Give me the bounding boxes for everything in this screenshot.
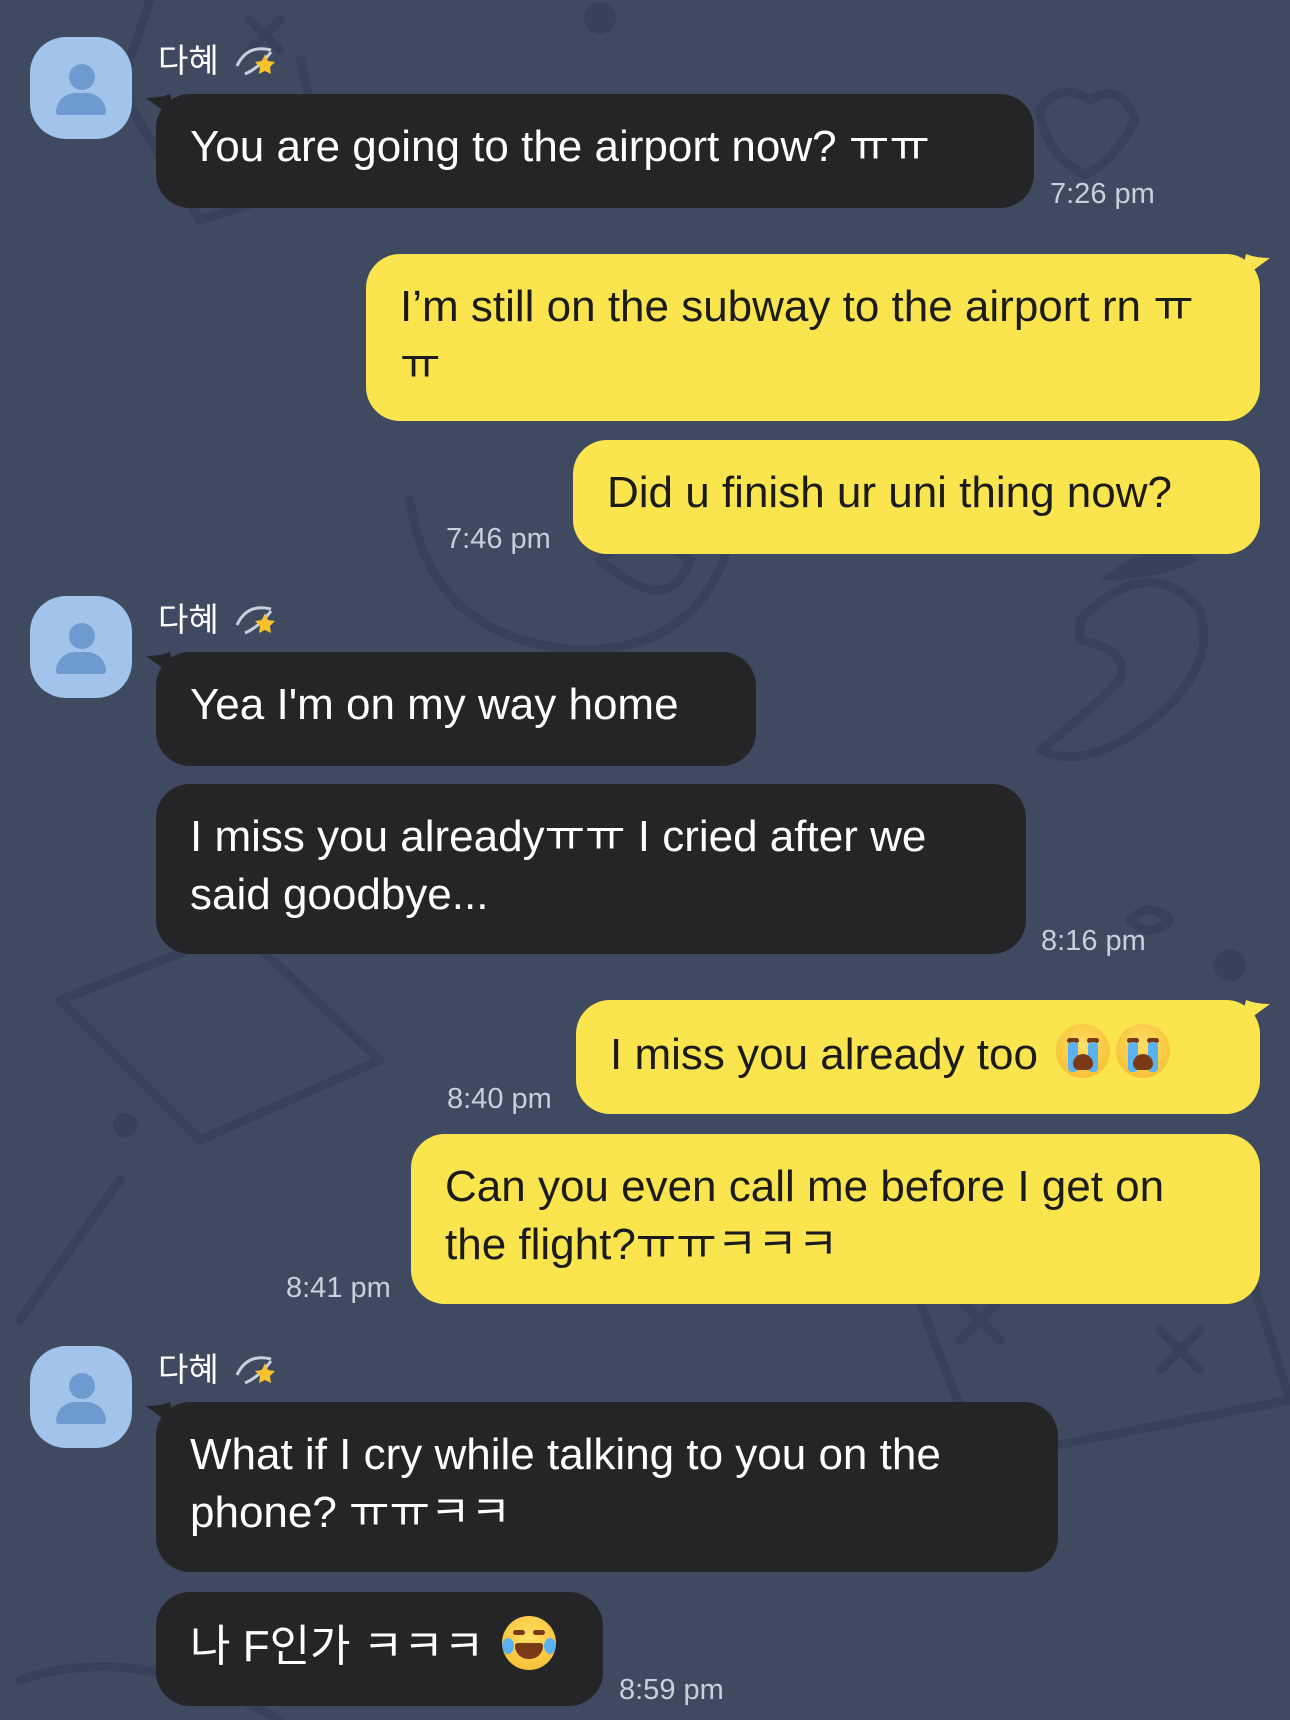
message-timestamp: 7:26 pm: [1050, 178, 1155, 210]
face-with-tears-of-joy-icon: [502, 1616, 557, 1670]
avatar-person-icon-body: [56, 1402, 106, 1424]
avatar-person-icon-body: [56, 93, 106, 115]
message-bubble-incoming[interactable]: Yea I'm on my way home: [156, 652, 756, 766]
dizzy-star-icon: [235, 47, 275, 76]
message-bubble-incoming[interactable]: I miss you alreadyㅠㅠ I cried after we sa…: [156, 784, 1026, 954]
message-text: Did u finish ur uni thing now?: [607, 468, 1172, 517]
loudly-crying-face-icon: [1116, 1024, 1171, 1078]
sender-name: 다혜: [158, 1345, 277, 1389]
message-timestamp: 8:41 pm: [286, 1272, 391, 1304]
message-text: Can you even call me before I get on the…: [445, 1162, 1165, 1269]
sender-avatar[interactable]: [30, 37, 132, 139]
message-bubble-incoming[interactable]: You are going to the airport now? ㅠㅠ: [156, 94, 1034, 208]
message-bubble-outgoing[interactable]: I miss you already too: [576, 1000, 1260, 1114]
message-text: I’m still on the subway to the airport r…: [400, 282, 1194, 389]
message-bubble-outgoing[interactable]: Did u finish ur uni thing now?: [573, 440, 1260, 554]
avatar-person-icon-body: [56, 652, 106, 674]
loudly-crying-face-icon: [1056, 1024, 1111, 1078]
sender-avatar[interactable]: [30, 596, 132, 698]
message-timestamp: 7:46 pm: [446, 523, 551, 555]
dizzy-star-icon: [235, 1356, 275, 1385]
sender-name-text: 다혜: [158, 1350, 219, 1389]
avatar-person-icon: [69, 623, 95, 649]
message-timestamp: 8:16 pm: [1041, 925, 1146, 957]
message-bubble-incoming[interactable]: What if I cry while talking to you on th…: [156, 1402, 1058, 1572]
sender-name-text: 다혜: [158, 600, 219, 639]
message-text: I miss you already too: [610, 1030, 1038, 1079]
message-text: I miss you alreadyㅠㅠ I cried after we sa…: [190, 812, 927, 919]
avatar-person-icon: [69, 1373, 95, 1399]
dizzy-star-icon: [235, 606, 275, 635]
sender-name-text: 다혜: [158, 41, 219, 80]
message-bubble-incoming[interactable]: 나 F인가 ㅋㅋㅋ: [156, 1592, 603, 1706]
sender-avatar[interactable]: [30, 1346, 132, 1448]
message-text: Yea I'm on my way home: [190, 680, 679, 729]
sender-name: 다혜: [158, 595, 277, 639]
avatar-person-icon: [69, 64, 95, 90]
sender-name: 다혜: [158, 36, 277, 80]
bubble-tail: [1240, 1000, 1270, 1026]
message-timestamp: 8:40 pm: [447, 1083, 552, 1115]
message-bubble-outgoing[interactable]: I’m still on the subway to the airport r…: [366, 254, 1260, 421]
message-timestamp: 8:59 pm: [619, 1674, 724, 1706]
message-text: You are going to the airport now? ㅠㅠ: [190, 122, 930, 171]
message-text: 나 F인가 ㅋㅋㅋ: [190, 1622, 485, 1671]
message-text: What if I cry while talking to you on th…: [190, 1430, 941, 1537]
message-bubble-outgoing[interactable]: Can you even call me before I get on the…: [411, 1134, 1260, 1304]
bubble-tail: [1240, 254, 1270, 280]
